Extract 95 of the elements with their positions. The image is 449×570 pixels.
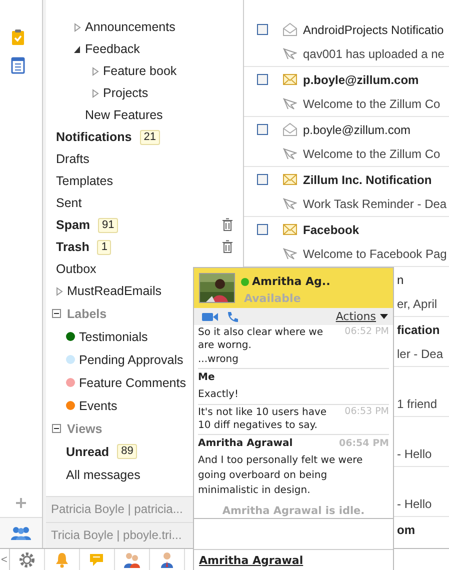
mail-subject[interactable]: Welcome to Facebook Pag — [303, 246, 447, 260]
unread-count: 89 — [117, 444, 138, 459]
label-item[interactable]: Events — [79, 398, 118, 412]
actions-menu[interactable]: Actions — [336, 310, 376, 323]
collapse-button[interactable]: < — [0, 549, 10, 570]
collapse-triangle-icon[interactable] — [74, 44, 81, 54]
chat-message: ...wrong — [198, 353, 238, 366]
folder-item[interactable]: Templates — [56, 174, 113, 188]
checkbox[interactable] — [257, 124, 268, 135]
people-icon[interactable] — [11, 526, 31, 540]
flag-icon[interactable] — [283, 148, 297, 160]
mail-subject[interactable]: ler - Dea — [397, 346, 444, 360]
expand-triangle-icon[interactable] — [56, 286, 63, 296]
mail-subject[interactable]: Welcome to the Zillum Co — [303, 96, 440, 110]
view-item[interactable]: Unread — [66, 444, 110, 458]
sender-name[interactable]: p.boyle@zillum.com — [303, 122, 411, 136]
view-item[interactable]: All messages — [66, 468, 140, 482]
clipboard-check-icon[interactable] — [11, 29, 25, 46]
sender-name[interactable]: Facebook — [303, 222, 360, 236]
unread-count: 1 — [97, 240, 112, 254]
folder-item[interactable]: Feature book — [103, 64, 177, 78]
folder-item[interactable]: Trash — [56, 240, 90, 254]
mail-subject[interactable]: - Hello — [397, 446, 432, 460]
caret-icon[interactable] — [380, 314, 388, 319]
checkbox[interactable] — [257, 174, 268, 185]
mail-subject[interactable]: Welcome to the Zillum Co — [303, 146, 440, 160]
expand-triangle-icon[interactable] — [74, 22, 81, 32]
folder-item[interactable]: Notifications — [56, 130, 132, 144]
timestamp: 06:53 PM — [344, 405, 389, 418]
chat-message: Exactly! — [198, 388, 238, 402]
phone-icon[interactable] — [226, 310, 238, 322]
folder-item[interactable]: Announcements — [85, 20, 176, 34]
person-icon[interactable] — [158, 550, 176, 568]
flag-icon[interactable] — [283, 48, 297, 60]
label-item[interactable]: Feature Comments — [79, 376, 186, 390]
timestamp: 06:52 PM — [344, 325, 389, 338]
unread-count: 21 — [140, 130, 160, 144]
mail-subject[interactable]: qav001 has uploaded a ne — [303, 46, 444, 60]
open-envelope-icon[interactable] — [283, 123, 297, 136]
flag-icon[interactable] — [283, 198, 297, 210]
flag-icon[interactable] — [283, 248, 297, 260]
chat-message: It's not like 10 users have 10 diff negatives to say. — [198, 406, 328, 432]
sender-name[interactable]: AndroidProjects Notificatio — [303, 22, 444, 36]
sender-name[interactable]: n — [397, 272, 404, 286]
sender-name: Me — [198, 372, 215, 383]
people-icon[interactable] — [123, 550, 141, 568]
mail-subject[interactable]: Work Task Reminder - Dea — [303, 196, 447, 210]
checkbox[interactable] — [257, 74, 268, 85]
envelope-icon[interactable] — [283, 174, 297, 185]
folder-item[interactable]: Spam — [56, 218, 90, 232]
sender-name[interactable]: fication — [397, 322, 440, 336]
message-input[interactable] — [194, 518, 393, 550]
unread-count: 91 — [98, 218, 118, 232]
expand-triangle-icon[interactable] — [92, 88, 99, 98]
folder-item[interactable]: Feedback — [85, 42, 140, 56]
settings-icon[interactable] — [18, 550, 36, 568]
folder-item[interactable]: Drafts — [56, 152, 90, 166]
add-icon[interactable] — [16, 498, 26, 508]
folder-item[interactable]: Sent — [56, 196, 82, 210]
mail-subject[interactable]: - Hello — [397, 496, 432, 510]
collapse-box-icon[interactable] — [52, 424, 61, 433]
contact-name: Amritha Ag.. — [252, 275, 330, 288]
folder-item[interactable]: MustReadEmails — [67, 284, 162, 298]
sender-name[interactable]: om — [397, 522, 415, 536]
bell-icon[interactable] — [53, 550, 71, 568]
list-icon[interactable] — [11, 57, 25, 74]
expand-triangle-icon[interactable] — [92, 66, 99, 76]
trash-icon[interactable] — [222, 218, 233, 231]
open-envelope-icon[interactable] — [283, 23, 297, 36]
envelope-icon[interactable] — [283, 224, 297, 235]
chat-tab-link[interactable]: Amritha Agrawal — [199, 554, 304, 567]
timestamp: 06:54 PM — [339, 437, 389, 450]
idle-notice: Amritha Agrawal is idle. — [221, 504, 366, 518]
flag-icon[interactable] — [283, 98, 297, 110]
folder-item[interactable]: Projects — [103, 86, 148, 100]
label-item[interactable]: Pending Approvals — [79, 352, 184, 366]
folder-item[interactable]: Outbox — [56, 262, 96, 276]
checkbox[interactable] — [257, 224, 268, 235]
envelope-icon[interactable] — [283, 74, 297, 85]
collapse-box-icon[interactable] — [52, 309, 61, 318]
section-heading: Labels — [67, 306, 107, 320]
chat-message: So it also clear where we are worng. — [198, 326, 324, 352]
video-camera-icon[interactable] — [202, 312, 218, 322]
sender-name[interactable]: Zillum Inc. Notification — [303, 172, 432, 186]
mail-subject[interactable]: 1 friend — [397, 396, 438, 410]
chat-message: And I too personally felt we were going overboard on being minimalistic in design. — [198, 454, 364, 498]
sender-name: Amritha Agrawal — [198, 438, 293, 449]
sender-name[interactable]: p.boyle@zillum.com — [303, 72, 419, 86]
presence-status: Available — [244, 292, 302, 305]
folder-item[interactable]: New Features — [85, 108, 163, 122]
mail-subject[interactable]: er, April — [397, 296, 438, 310]
trash-icon[interactable] — [222, 240, 233, 253]
label-item[interactable]: Testimonials — [79, 330, 148, 344]
section-heading: Views — [67, 422, 102, 436]
checkbox[interactable] — [257, 24, 268, 35]
